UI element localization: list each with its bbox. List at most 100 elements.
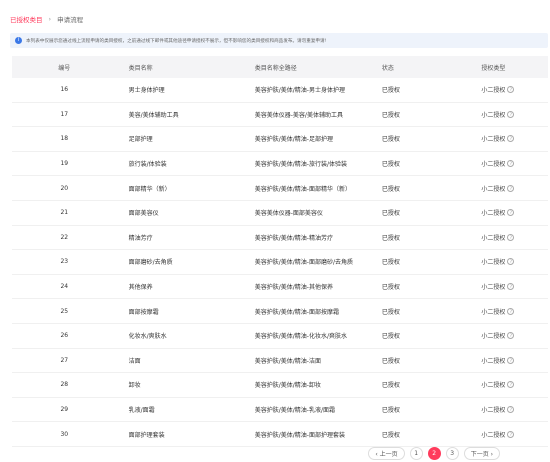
cell-id: 24: [60, 283, 69, 291]
info-icon: i: [15, 37, 22, 44]
auth-type: 小二授权?: [481, 282, 515, 292]
cell-status: 已授权: [381, 357, 400, 365]
cell-id: 22: [60, 233, 69, 241]
help-icon[interactable]: ?: [507, 135, 515, 143]
cell-status: 已授权: [381, 407, 400, 415]
header-type: 授权类型: [481, 64, 506, 72]
auth-type-label: 小二授权: [481, 136, 506, 144]
cell-path: 美容护肤/美体/精油-精油芳疗: [254, 234, 333, 242]
page-1-button[interactable]: 1: [409, 447, 423, 460]
auth-type-label: 小二授权: [481, 111, 506, 119]
table-row: 23 面部磨砂/去角质 美容护肤/美体/精油-面部磨砂/去角质 已授权 小二授权?: [12, 250, 548, 275]
auth-type: 小二授权?: [481, 430, 515, 439]
cell-id: 25: [60, 307, 69, 315]
cell-id: 16: [60, 86, 69, 94]
help-icon[interactable]: ?: [507, 233, 515, 241]
cell-type: 小二授权?: [469, 233, 548, 242]
cell-name: 足部护理: [128, 136, 153, 144]
breadcrumb-next[interactable]: 申请流程: [57, 14, 83, 24]
auth-type: 小二授权?: [481, 208, 515, 218]
cell-path: 美容美体仪器-美容/美体辅助工具: [254, 111, 343, 119]
table-body: 16 男士身体护理 美容护肤/美体/精油-男士身体护理 已授权 小二授权? 17 美容/美体…: [12, 78, 548, 447]
notice-banner: i 本列表中仅展示您通过线上流程申请的类目授权，之前通过线下邮件或其他途径申请授…: [10, 33, 548, 48]
cell-name: 面部美容仪: [128, 210, 159, 218]
cell-type: 小二授权?: [469, 257, 548, 266]
breadcrumb: 已授权类目 › 申请流程: [10, 14, 83, 24]
table-row: 25 面部按摩霜 美容护肤/美体/精油-面部按摩霜 已授权 小二授权?: [12, 299, 548, 324]
cell-id: 23: [60, 258, 69, 266]
help-icon[interactable]: ?: [507, 110, 515, 118]
auth-type-label: 小二授权: [481, 308, 506, 316]
cell-type: 小二授权?: [469, 110, 548, 119]
cell-path: 美容护肤/美体/精油-化妆水/爽肤水: [254, 333, 347, 341]
help-icon[interactable]: ?: [507, 160, 515, 168]
help-icon[interactable]: ?: [507, 381, 515, 389]
cell-path: 美容护肤/美体/精油-旅行装/体验装: [254, 161, 347, 169]
auth-type-label: 小二授权: [481, 357, 506, 365]
cell-status: 已授权: [381, 234, 400, 242]
cell-id: 29: [60, 406, 69, 414]
auth-type-label: 小二授权: [481, 234, 506, 242]
help-icon[interactable]: ?: [507, 86, 515, 94]
auth-type: 小二授权?: [481, 307, 515, 316]
auth-type-label: 小二授权: [481, 407, 506, 415]
cell-path: 美容护肤/美体/精油-足部护理: [254, 136, 333, 144]
auth-type: 小二授权?: [481, 110, 515, 119]
prev-page-button[interactable]: ‹ 上一页: [368, 447, 405, 460]
cell-name: 面部按摩霜: [128, 308, 159, 316]
auth-type: 小二授权?: [481, 233, 515, 242]
cell-status: 已授权: [381, 259, 400, 267]
cell-type: 小二授权?: [469, 184, 548, 193]
cell-status: 已授权: [381, 382, 400, 390]
cell-path: 美容护肤/美体/精油-乳液/面霜: [254, 407, 335, 415]
help-icon[interactable]: ?: [507, 209, 515, 217]
auth-type-label: 小二授权: [481, 161, 506, 169]
help-icon[interactable]: ?: [507, 356, 515, 364]
cell-status: 已授权: [381, 210, 400, 218]
help-icon[interactable]: ?: [507, 283, 515, 291]
auth-type-label: 小二授权: [481, 210, 506, 218]
header-status: 状态: [381, 64, 394, 72]
next-page-button[interactable]: 下一页 ›: [463, 447, 500, 460]
header-id: 编号: [58, 64, 71, 72]
cell-status: 已授权: [381, 284, 400, 292]
cell-path: 美容美体仪器-面部美容仪: [254, 210, 323, 218]
auth-type-label: 小二授权: [481, 431, 506, 439]
help-icon[interactable]: ?: [507, 307, 515, 315]
auth-type: 小二授权?: [481, 380, 515, 389]
cell-path: 美容护肤/美体/精油-面部精华（新）: [254, 185, 351, 193]
table-row: 21 面部美容仪 美容美体仪器-面部美容仪 已授权 小二授权?: [12, 201, 548, 226]
cell-name: 卸妆: [128, 382, 141, 390]
table-row: 29 乳液/面霜 美容护肤/美体/精油-乳液/面霜 已授权 小二授权?: [12, 398, 548, 423]
help-icon[interactable]: ?: [507, 406, 515, 414]
cell-type: 小二授权?: [469, 380, 548, 389]
cell-name: 其他保养: [128, 284, 153, 292]
page-3-button[interactable]: 3: [445, 447, 459, 460]
cell-path: 美容护肤/美体/精油-面部磨砂/去角质: [254, 259, 353, 267]
cell-status: 已授权: [381, 431, 400, 439]
help-icon[interactable]: ?: [507, 184, 515, 192]
breadcrumb-separator: ›: [48, 15, 52, 23]
cell-id: 27: [60, 356, 69, 364]
cell-name: 旅行装/体验装: [128, 161, 167, 169]
cell-status: 已授权: [381, 161, 400, 169]
page-2-button[interactable]: 2: [427, 447, 441, 460]
cell-type: 小二授权?: [469, 134, 548, 143]
auth-type: 小二授权?: [481, 184, 515, 193]
cell-path: 美容护肤/美体/精油-洁面: [254, 357, 321, 365]
table-row: 26 化妆水/爽肤水 美容护肤/美体/精油-化妆水/爽肤水 已授权 小二授权?: [12, 324, 548, 349]
help-icon[interactable]: ?: [507, 430, 515, 438]
auth-category-table: 编号 类目名称 类目名称全路径 状态 授权类型 16 男士身体护理 美容护肤/美体/…: [12, 56, 548, 447]
breadcrumb-current[interactable]: 已授权类目: [10, 14, 43, 24]
auth-type-label: 小二授权: [481, 284, 506, 292]
cell-status: 已授权: [381, 185, 400, 193]
cell-name: 洁面: [128, 357, 141, 365]
help-icon[interactable]: ?: [507, 258, 515, 266]
cell-status: 已授权: [381, 333, 400, 341]
cell-type: 小二授权?: [469, 405, 548, 414]
table-row: 30 面部护理套装 美容护肤/美体/精油-面部护理套装 已授权 小二授权?: [12, 422, 548, 447]
help-icon[interactable]: ?: [507, 332, 515, 340]
cell-name: 乳液/面霜: [128, 407, 155, 415]
header-name: 类目名称: [128, 64, 153, 72]
auth-type: 小二授权?: [481, 331, 515, 340]
